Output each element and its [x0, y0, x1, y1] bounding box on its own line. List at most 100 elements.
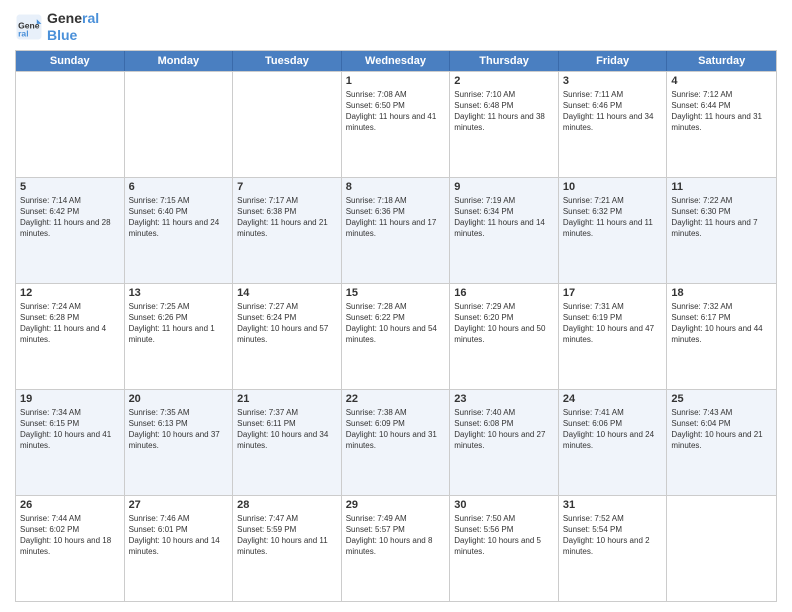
day-number: 11 [671, 181, 772, 193]
calendar-cell: 9 Sunrise: 7:19 AM Sunset: 6:34 PM Daylig… [450, 178, 559, 283]
calendar-cell: 24Sunrise: 7:41 AM Sunset: 6:06 PM Dayli… [559, 390, 668, 495]
day-number: 25 [671, 393, 772, 405]
day-number: 19 [20, 393, 120, 405]
cell-info: Sunrise: 7:27 AM Sunset: 6:24 PM Dayligh… [237, 301, 337, 346]
cell-info: Sunrise: 7:34 AM Sunset: 6:15 PM Dayligh… [20, 407, 120, 452]
day-number: 5 [20, 181, 120, 193]
cell-info: Sunrise: 7:50 AM Sunset: 5:56 PM Dayligh… [454, 513, 554, 558]
calendar-cell: 1 Sunrise: 7:08 AM Sunset: 6:50 PM Daylig… [342, 72, 451, 177]
day-number: 18 [671, 287, 772, 299]
day-number: 24 [563, 393, 663, 405]
calendar-cell: 6Sunrise: 7:15 AM Sunset: 6:40 PM Daylig… [125, 178, 234, 283]
cell-info: Sunrise: 7:37 AM Sunset: 6:11 PM Dayligh… [237, 407, 337, 452]
cell-info: Sunrise: 7:44 AM Sunset: 6:02 PM Dayligh… [20, 513, 120, 558]
calendar-cell: 18Sunrise: 7:32 AM Sunset: 6:17 PM Dayli… [667, 284, 776, 389]
cell-info: Sunrise: 7:24 AM Sunset: 6:28 PM Dayligh… [20, 301, 120, 346]
day-number: 1 [346, 75, 446, 87]
day-number: 8 [346, 181, 446, 193]
day-number: 14 [237, 287, 337, 299]
cell-info: Sunrise: 7:49 AM Sunset: 5:57 PM Dayligh… [346, 513, 446, 558]
calendar-cell: 14 Sunrise: 7:27 AM Sunset: 6:24 PM Dayli… [233, 284, 342, 389]
logo-icon: Gene ral [15, 13, 43, 41]
header-day-friday: Friday [559, 51, 668, 71]
day-number: 16 [454, 287, 554, 299]
header-day-thursday: Thursday [450, 51, 559, 71]
day-number: 2 [454, 75, 554, 87]
calendar-cell: 10Sunrise: 7:21 AM Sunset: 6:32 PM Dayli… [559, 178, 668, 283]
calendar-cell: 27 Sunrise: 7:46 AM Sunset: 6:01 PM Dayli… [125, 496, 234, 601]
cell-info: Sunrise: 7:43 AM Sunset: 6:04 PM Dayligh… [671, 407, 772, 452]
cell-info: Sunrise: 7:12 AM Sunset: 6:44 PM Dayligh… [671, 89, 772, 134]
day-number: 29 [346, 499, 446, 511]
day-number: 7 [237, 181, 337, 193]
calendar-cell: 28Sunrise: 7:47 AM Sunset: 5:59 PM Dayli… [233, 496, 342, 601]
page: Gene ral General Blue SundayMondayTuesda… [0, 0, 792, 612]
day-number: 3 [563, 75, 663, 87]
calendar-cell: 15Sunrise: 7:28 AM Sunset: 6:22 PM Dayli… [342, 284, 451, 389]
calendar-cell: 26 Sunrise: 7:44 AM Sunset: 6:02 PM Dayli… [16, 496, 125, 601]
calendar-cell: 4 Sunrise: 7:12 AM Sunset: 6:44 PM Daylig… [667, 72, 776, 177]
day-number: 6 [129, 181, 229, 193]
calendar: SundayMondayTuesdayWednesdayThursdayFrid… [15, 50, 777, 602]
svg-text:ral: ral [18, 28, 28, 38]
cell-info: Sunrise: 7:25 AM Sunset: 6:26 PM Dayligh… [129, 301, 229, 346]
calendar-row-4: 26 Sunrise: 7:44 AM Sunset: 6:02 PM Dayli… [16, 495, 776, 601]
calendar-cell: 21 Sunrise: 7:37 AM Sunset: 6:11 PM Dayli… [233, 390, 342, 495]
header-day-wednesday: Wednesday [342, 51, 451, 71]
cell-info: Sunrise: 7:46 AM Sunset: 6:01 PM Dayligh… [129, 513, 229, 558]
day-number: 22 [346, 393, 446, 405]
day-number: 4 [671, 75, 772, 87]
day-number: 27 [129, 499, 229, 511]
calendar-cell: 3 Sunrise: 7:11 AM Sunset: 6:46 PM Daylig… [559, 72, 668, 177]
day-number: 20 [129, 393, 229, 405]
calendar-cell: 23Sunrise: 7:40 AM Sunset: 6:08 PM Dayli… [450, 390, 559, 495]
calendar-cell: 19 Sunrise: 7:34 AM Sunset: 6:15 PM Dayli… [16, 390, 125, 495]
calendar-cell: 7 Sunrise: 7:17 AM Sunset: 6:38 PM Daylig… [233, 178, 342, 283]
cell-info: Sunrise: 7:10 AM Sunset: 6:48 PM Dayligh… [454, 89, 554, 134]
logo: Gene ral General Blue [15, 10, 99, 44]
cell-info: Sunrise: 7:38 AM Sunset: 6:09 PM Dayligh… [346, 407, 446, 452]
day-number: 21 [237, 393, 337, 405]
header: Gene ral General Blue [15, 10, 777, 44]
calendar-cell: 31 Sunrise: 7:52 AM Sunset: 5:54 PM Dayli… [559, 496, 668, 601]
calendar-cell: 16 Sunrise: 7:29 AM Sunset: 6:20 PM Dayli… [450, 284, 559, 389]
cell-info: Sunrise: 7:52 AM Sunset: 5:54 PM Dayligh… [563, 513, 663, 558]
calendar-row-1: 5Sunrise: 7:14 AM Sunset: 6:42 PM Daylig… [16, 177, 776, 283]
calendar-cell: 30 Sunrise: 7:50 AM Sunset: 5:56 PM Dayli… [450, 496, 559, 601]
day-number: 13 [129, 287, 229, 299]
day-number: 30 [454, 499, 554, 511]
calendar-cell: 13 Sunrise: 7:25 AM Sunset: 6:26 PM Dayli… [125, 284, 234, 389]
cell-info: Sunrise: 7:18 AM Sunset: 6:36 PM Dayligh… [346, 195, 446, 240]
calendar-row-2: 12 Sunrise: 7:24 AM Sunset: 6:28 PM Dayli… [16, 283, 776, 389]
calendar-row-0: 1 Sunrise: 7:08 AM Sunset: 6:50 PM Daylig… [16, 71, 776, 177]
calendar-cell: 20 Sunrise: 7:35 AM Sunset: 6:13 PM Dayli… [125, 390, 234, 495]
cell-info: Sunrise: 7:22 AM Sunset: 6:30 PM Dayligh… [671, 195, 772, 240]
day-number: 23 [454, 393, 554, 405]
cell-info: Sunrise: 7:19 AM Sunset: 6:34 PM Dayligh… [454, 195, 554, 240]
day-number: 12 [20, 287, 120, 299]
calendar-cell: 22 Sunrise: 7:38 AM Sunset: 6:09 PM Dayli… [342, 390, 451, 495]
day-number: 26 [20, 499, 120, 511]
calendar-cell: 8 Sunrise: 7:18 AM Sunset: 6:36 PM Daylig… [342, 178, 451, 283]
calendar-cell: 25 Sunrise: 7:43 AM Sunset: 6:04 PM Dayli… [667, 390, 776, 495]
cell-info: Sunrise: 7:17 AM Sunset: 6:38 PM Dayligh… [237, 195, 337, 240]
calendar-cell [233, 72, 342, 177]
cell-info: Sunrise: 7:29 AM Sunset: 6:20 PM Dayligh… [454, 301, 554, 346]
header-day-sunday: Sunday [16, 51, 125, 71]
cell-info: Sunrise: 7:08 AM Sunset: 6:50 PM Dayligh… [346, 89, 446, 134]
header-day-tuesday: Tuesday [233, 51, 342, 71]
calendar-cell: 2 Sunrise: 7:10 AM Sunset: 6:48 PM Daylig… [450, 72, 559, 177]
day-number: 9 [454, 181, 554, 193]
cell-info: Sunrise: 7:28 AM Sunset: 6:22 PM Dayligh… [346, 301, 446, 346]
day-number: 28 [237, 499, 337, 511]
header-day-monday: Monday [125, 51, 234, 71]
calendar-cell: 17Sunrise: 7:31 AM Sunset: 6:19 PM Dayli… [559, 284, 668, 389]
header-day-saturday: Saturday [667, 51, 776, 71]
calendar-cell: 12 Sunrise: 7:24 AM Sunset: 6:28 PM Dayli… [16, 284, 125, 389]
cell-info: Sunrise: 7:21 AM Sunset: 6:32 PM Dayligh… [563, 195, 663, 240]
calendar-body: 1 Sunrise: 7:08 AM Sunset: 6:50 PM Daylig… [16, 71, 776, 601]
logo-text: General Blue [47, 10, 99, 44]
day-number: 31 [563, 499, 663, 511]
cell-info: Sunrise: 7:11 AM Sunset: 6:46 PM Dayligh… [563, 89, 663, 134]
cell-info: Sunrise: 7:35 AM Sunset: 6:13 PM Dayligh… [129, 407, 229, 452]
